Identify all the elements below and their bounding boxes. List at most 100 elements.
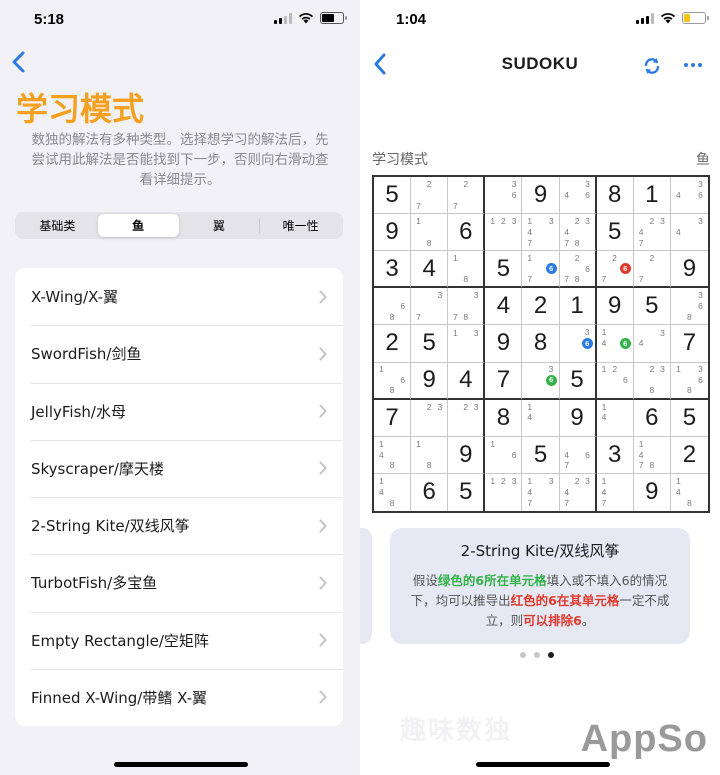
board-cell[interactable]: 23 47 bbox=[633, 214, 671, 252]
board-cell[interactable]: 6 bbox=[411, 473, 449, 511]
segment-1[interactable]: 鱼 bbox=[97, 214, 179, 237]
board-cell[interactable]: 5 bbox=[596, 214, 634, 252]
board-cell[interactable]: 2 bbox=[374, 325, 412, 363]
technique-list-item[interactable]: Skyscraper/摩天楼 bbox=[15, 439, 343, 497]
board-cell[interactable]: 1478 bbox=[633, 436, 671, 474]
board-cell[interactable]: 5 bbox=[559, 362, 597, 400]
board-cell[interactable]: 1 bbox=[559, 288, 597, 326]
board-cell[interactable]: 3 78 bbox=[448, 288, 486, 326]
board-cell[interactable]: 9 bbox=[559, 399, 597, 437]
board-cell[interactable]: 1 3 47 bbox=[522, 214, 560, 252]
technique-list-item[interactable]: JellyFish/水母 bbox=[15, 382, 343, 440]
refresh-icon[interactable] bbox=[642, 56, 662, 76]
board-cell[interactable]: 18 bbox=[411, 436, 449, 474]
board-cell[interactable]: 8 bbox=[596, 177, 634, 215]
board-cell[interactable]: 27 bbox=[411, 177, 449, 215]
board-cell[interactable]: 7 bbox=[670, 325, 708, 363]
board-cell[interactable]: 36 bbox=[559, 325, 597, 363]
board-cell[interactable]: 34 bbox=[670, 214, 708, 252]
board-cell[interactable]: 5 bbox=[670, 400, 708, 437]
board-cell[interactable]: 18 bbox=[411, 214, 449, 252]
board-cell[interactable]: 23 47 bbox=[560, 473, 597, 511]
board-cell[interactable]: 238 bbox=[633, 362, 671, 400]
technique-list-item[interactable]: Finned X-Wing/带鳍 X-翼 bbox=[15, 668, 343, 726]
board-cell[interactable]: 23 bbox=[448, 399, 486, 437]
page-indicator[interactable] bbox=[520, 652, 554, 658]
back-chevron-icon[interactable] bbox=[10, 50, 28, 74]
board-cell[interactable]: 14 bbox=[596, 399, 634, 437]
board-cell[interactable]: 3 bbox=[374, 251, 412, 289]
board-cell[interactable]: 16 bbox=[485, 436, 523, 474]
board-cell[interactable]: 14 bbox=[522, 399, 560, 437]
board-cell[interactable]: 148 bbox=[374, 436, 412, 474]
board-cell[interactable]: 5 bbox=[633, 288, 671, 326]
board-cell[interactable]: 2 bbox=[670, 437, 708, 474]
sudoku-board[interactable]: 5272736934681346918612313472347852347343… bbox=[372, 175, 710, 513]
board-cell[interactable]: 1 bbox=[633, 177, 671, 215]
board-cell[interactable]: 13 bbox=[448, 325, 486, 363]
board-cell[interactable]: 4 bbox=[448, 362, 486, 400]
board-cell[interactable]: 37 bbox=[411, 288, 449, 326]
board-cell[interactable]: 9 bbox=[411, 362, 449, 400]
page-dot[interactable] bbox=[520, 652, 526, 658]
board-cell[interactable]: 9 bbox=[634, 473, 671, 511]
category-segmented-control[interactable]: 基础类鱼翼唯一性 bbox=[15, 212, 343, 239]
board-cell[interactable]: 4 bbox=[411, 251, 449, 289]
technique-list-item[interactable]: Empty Rectangle/空矩阵 bbox=[15, 611, 343, 669]
board-cell[interactable]: 1 3 47 bbox=[522, 473, 560, 511]
board-cell[interactable]: 9 bbox=[670, 251, 708, 289]
board-cell[interactable]: 9 bbox=[374, 214, 412, 252]
board-cell[interactable]: 147 bbox=[597, 473, 634, 511]
board-cell[interactable]: 3 bbox=[596, 436, 634, 474]
board-cell[interactable]: 123 bbox=[485, 473, 523, 511]
board-cell[interactable]: 148 bbox=[374, 473, 412, 511]
board-cell[interactable]: 27 bbox=[448, 177, 486, 215]
board-cell[interactable]: 14 6 bbox=[596, 325, 634, 363]
board-cell[interactable]: 8 bbox=[485, 399, 523, 437]
board-cell[interactable]: 2 bbox=[522, 288, 560, 326]
board-cell[interactable]: 9 bbox=[448, 436, 486, 474]
board-cell[interactable]: 9 bbox=[596, 288, 634, 326]
board-cell[interactable]: 1 368 bbox=[670, 363, 708, 400]
board-cell[interactable]: 3 4 6 bbox=[670, 177, 708, 215]
technique-list-item[interactable]: TurbotFish/多宝鱼 bbox=[15, 554, 343, 611]
board-cell[interactable]: 6 bbox=[633, 399, 671, 437]
page-dot[interactable] bbox=[548, 652, 554, 658]
board-cell[interactable]: 123 bbox=[485, 214, 523, 252]
board-cell[interactable]: 5 bbox=[485, 251, 523, 289]
board-cell[interactable]: 5 bbox=[374, 177, 412, 215]
board-cell[interactable]: 148 bbox=[671, 474, 708, 511]
board-cell[interactable]: 23 bbox=[411, 399, 449, 437]
board-cell[interactable]: 4 6 7 bbox=[559, 436, 597, 474]
segment-3[interactable]: 唯一性 bbox=[260, 214, 341, 237]
segment-2[interactable]: 翼 bbox=[179, 214, 260, 237]
board-cell[interactable]: 9 bbox=[522, 177, 560, 215]
board-cell[interactable]: 126 bbox=[596, 362, 634, 400]
segment-0[interactable]: 基础类 bbox=[17, 214, 98, 237]
board-cell[interactable]: 36 bbox=[485, 177, 523, 215]
board-cell[interactable]: 4 bbox=[485, 288, 523, 326]
board-cell[interactable]: 26 78 bbox=[559, 251, 597, 289]
board-cell[interactable]: 5 bbox=[522, 436, 560, 474]
technique-list-item[interactable]: SwordFish/剑鱼 bbox=[15, 325, 343, 382]
board-cell[interactable]: 1 68 bbox=[374, 362, 412, 400]
board-cell[interactable]: 26 7 bbox=[596, 251, 634, 289]
board-cell[interactable]: 368 bbox=[670, 288, 708, 326]
board-cell[interactable]: 8 bbox=[522, 325, 560, 363]
page-dot[interactable] bbox=[534, 652, 540, 658]
technique-list-item[interactable]: 2-String Kite/双线风筝 bbox=[15, 497, 343, 554]
board-cell[interactable]: 23 478 bbox=[559, 214, 597, 252]
board-cell[interactable]: 7 bbox=[485, 362, 523, 400]
board-cell[interactable]: 27 bbox=[633, 251, 671, 289]
hint-card[interactable]: 2-String Kite/双线风筝 假设绿色的6所在单元格填入或不填入6的情况… bbox=[390, 528, 690, 644]
board-cell[interactable]: 34 bbox=[633, 325, 671, 363]
board-cell[interactable]: 5 bbox=[448, 473, 486, 511]
board-cell[interactable]: 5 bbox=[411, 325, 449, 363]
board-cell[interactable]: 7 bbox=[374, 399, 412, 437]
board-cell[interactable]: 6 bbox=[448, 214, 486, 252]
board-cell[interactable]: 1 6 7 bbox=[522, 251, 560, 289]
more-options-icon[interactable] bbox=[684, 63, 702, 67]
board-cell[interactable]: 3 4 6 bbox=[559, 177, 597, 215]
board-cell[interactable]: 9 bbox=[485, 325, 523, 363]
board-cell[interactable]: 68 bbox=[374, 288, 412, 326]
